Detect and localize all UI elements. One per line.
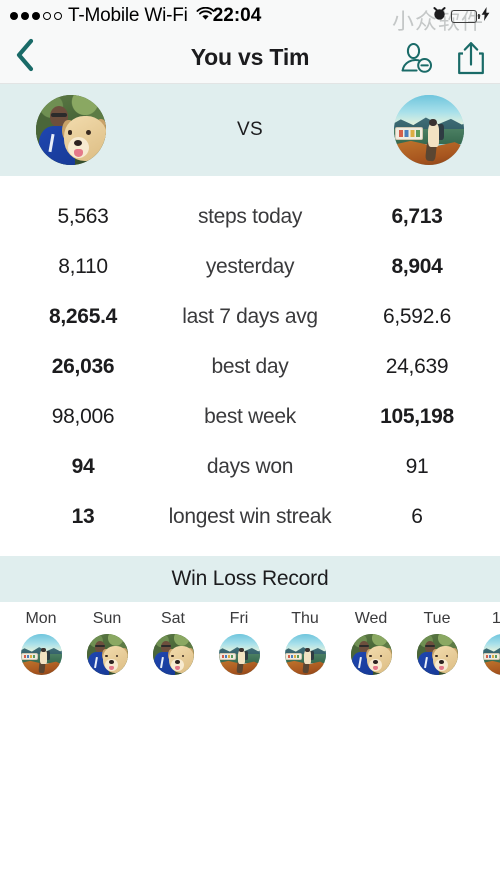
avatar-tim[interactable] — [20, 634, 62, 675]
stat-label: best week — [204, 405, 296, 428]
avatar-tim[interactable] — [284, 634, 326, 675]
stat-value-tim: 105,198 — [380, 405, 454, 428]
table-row: 8,265.4 last 7 days avg 6,592.6 — [0, 292, 500, 342]
section-title: Win Loss Record — [171, 567, 329, 590]
person-remove-icon[interactable] — [400, 42, 434, 74]
share-icon[interactable] — [456, 41, 486, 75]
alarm-clock-icon — [432, 5, 447, 27]
stat-value-you: 98,006 — [51, 405, 115, 428]
stat-value-tim: 24,639 — [385, 355, 449, 378]
win-loss-record-strip[interactable]: Mon Sun Sat Fri Thu Wed Tue 1 — [0, 602, 500, 692]
table-row: 98,006 best week 105,198 — [0, 392, 500, 442]
table-row: 94 days won 91 — [0, 442, 500, 492]
avatar-you[interactable] — [152, 634, 194, 675]
stat-value-you: 26,036 — [51, 355, 115, 378]
avatar-you[interactable] — [350, 634, 392, 675]
list-item[interactable]: Mon — [8, 610, 74, 675]
stat-value-you: 8,110 — [58, 255, 108, 278]
content-spacer — [0, 692, 500, 889]
day-label: Sun — [92, 610, 122, 627]
stat-value-tim: 91 — [405, 455, 429, 478]
avatar-tim[interactable] — [218, 634, 260, 675]
nav-bar: You vs Tim — [0, 32, 500, 84]
win-loss-record-header: Win Loss Record — [0, 556, 500, 602]
stat-value-tim: 6 — [411, 505, 423, 528]
avatar-you[interactable] — [36, 95, 106, 165]
table-row: 5,563 steps today 6,713 — [0, 192, 500, 242]
stat-label: best day — [211, 355, 289, 378]
avatar-tim[interactable] — [393, 95, 464, 165]
stat-value-tim: 6,713 — [391, 205, 443, 228]
stat-value-tim: 8,904 — [391, 255, 443, 278]
stat-label: yesterday — [205, 255, 295, 278]
day-label: Fri — [229, 610, 249, 627]
list-item[interactable]: 10/ — [470, 610, 500, 675]
app-screen: T-Mobile Wi-Fi 22:04 小众软件 You vs Tim VS … — [0, 0, 500, 889]
status-bar: T-Mobile Wi-Fi 22:04 — [0, 0, 500, 32]
stat-value-you: 5,563 — [57, 205, 109, 228]
table-row: 26,036 best day 24,639 — [0, 342, 500, 392]
nav-actions — [400, 41, 486, 75]
list-item[interactable]: Sat — [140, 610, 206, 675]
stat-label: steps today — [197, 205, 303, 228]
battery-icon — [451, 9, 480, 23]
avatar-you[interactable] — [416, 634, 458, 675]
list-item[interactable]: Thu — [272, 610, 338, 675]
vs-label: VS — [237, 119, 263, 140]
stats-table: 5,563 steps today 6,713 8,110 yesterday … — [0, 176, 500, 556]
table-row: 8,110 yesterday 8,904 — [0, 242, 500, 292]
stat-label: days won — [206, 455, 294, 478]
lightning-bolt-icon — [481, 5, 490, 27]
avatar-tim[interactable] — [482, 634, 500, 675]
status-bar-right — [432, 5, 490, 27]
list-item[interactable]: Fri — [206, 610, 272, 675]
vs-header: VS — [0, 84, 500, 176]
status-bar-clock: 22:04 — [212, 5, 262, 26]
stat-label: longest win streak — [168, 505, 332, 528]
list-item[interactable]: Wed — [338, 610, 404, 675]
stat-value-you: 13 — [71, 505, 95, 528]
list-item[interactable]: Sun — [74, 610, 140, 675]
avatar-you[interactable] — [86, 634, 128, 675]
day-label: Wed — [354, 610, 388, 627]
day-label: Sat — [160, 610, 185, 627]
day-label: Thu — [291, 610, 319, 627]
day-label: 10/ — [491, 610, 500, 627]
table-row: 13 longest win streak 6 — [0, 492, 500, 542]
stat-value-tim: 6,592.6 — [383, 305, 451, 328]
day-label: Tue — [423, 610, 451, 627]
stat-label: last 7 days avg — [182, 305, 318, 328]
day-label: Mon — [25, 610, 57, 627]
stat-value-you: 94 — [71, 455, 95, 478]
list-item[interactable]: Tue — [404, 610, 470, 675]
stat-value-you: 8,265.4 — [49, 305, 117, 328]
